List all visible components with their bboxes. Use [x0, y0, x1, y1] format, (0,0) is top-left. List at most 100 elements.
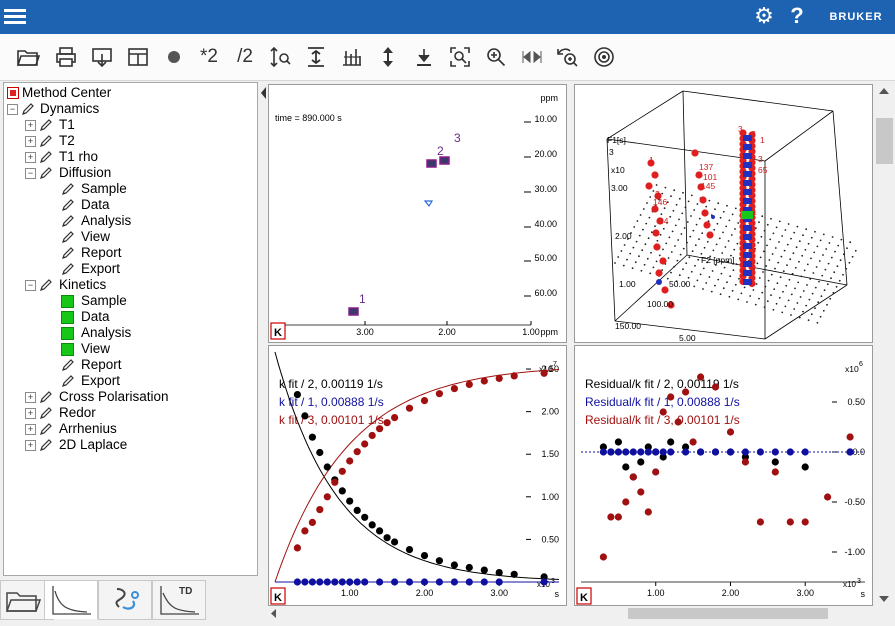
- tree-item-diffusion-report[interactable]: Report: [4, 245, 254, 261]
- data-point[interactable]: [480, 566, 488, 574]
- expand-icon[interactable]: +: [25, 120, 36, 131]
- tree-item-t1[interactable]: + T1: [4, 117, 254, 133]
- data-point[interactable]: [331, 478, 339, 486]
- data-point[interactable]: [383, 419, 391, 427]
- data-point[interactable]: [480, 377, 488, 385]
- data-point[interactable]: [622, 448, 630, 456]
- divide-2-button[interactable]: /2: [230, 44, 260, 70]
- plot-3d-panel[interactable]: F1[s] 3 x10 3.00 2.00 1.00 F2 [ppm] 50.00 100.00…: [574, 84, 873, 343]
- tree-item-diffusion-view[interactable]: View: [4, 229, 254, 245]
- data-point[interactable]: [756, 518, 764, 526]
- tree-item-arrhenius[interactable]: + Arrhenius: [4, 421, 254, 437]
- data-point[interactable]: [391, 414, 399, 422]
- tree-item-redor[interactable]: + Redor: [4, 405, 254, 421]
- data-point[interactable]: [510, 570, 518, 578]
- expand-icon[interactable]: +: [25, 440, 36, 451]
- data-point[interactable]: [435, 578, 443, 586]
- collapse-arrow-icon[interactable]: [259, 84, 267, 102]
- data-point[interactable]: [368, 431, 376, 440]
- skip-icon[interactable]: [518, 44, 546, 70]
- data-point[interactable]: [323, 493, 331, 501]
- data-point[interactable]: [846, 433, 854, 441]
- data-point[interactable]: [697, 373, 705, 381]
- data-point[interactable]: [316, 506, 324, 514]
- tree-item-kinetics-export[interactable]: Export: [4, 373, 254, 389]
- data-point[interactable]: [644, 448, 652, 456]
- vertical-scrollbar[interactable]: [874, 82, 895, 608]
- data-point[interactable]: [741, 458, 749, 466]
- tree-item-2d-laplace[interactable]: +2D Laplace: [4, 437, 254, 453]
- data-point[interactable]: [301, 578, 309, 586]
- data-point[interactable]: [420, 578, 429, 586]
- data-point[interactable]: [361, 440, 369, 448]
- settings-gear-icon[interactable]: ⚙: [752, 4, 776, 28]
- move-vertical-icon[interactable]: [374, 44, 402, 70]
- expand-icon[interactable]: +: [25, 392, 36, 403]
- data-point[interactable]: [376, 425, 384, 433]
- data-point[interactable]: [376, 578, 384, 586]
- data-point[interactable]: [629, 448, 637, 456]
- spectrum-2d-panel[interactable]: time = 890.000 s ppm 10.00 20.00 30.00 40.00 5…: [268, 84, 567, 343]
- data-point[interactable]: [346, 578, 354, 586]
- multiply-2-button[interactable]: *2: [194, 44, 224, 70]
- data-point[interactable]: [308, 578, 316, 586]
- data-point[interactable]: [293, 391, 301, 399]
- data-point[interactable]: [824, 493, 832, 501]
- data-point[interactable]: [540, 369, 548, 377]
- data-point[interactable]: [450, 561, 458, 569]
- data-point[interactable]: [308, 518, 316, 526]
- data-point[interactable]: [599, 553, 607, 561]
- data-point[interactable]: [726, 448, 735, 456]
- data-point[interactable]: [711, 448, 720, 456]
- residual-chart[interactable]: Residual/k fit / 2, 0.00119 1/sResidual/…: [574, 345, 873, 606]
- tree-item-t2[interactable]: + T2: [4, 133, 254, 149]
- data-point[interactable]: [391, 578, 399, 586]
- data-point[interactable]: [659, 448, 667, 456]
- data-point[interactable]: [510, 372, 518, 380]
- peak-marker[interactable]: [426, 159, 437, 168]
- tree-item-diffusion-sample[interactable]: Sample: [4, 181, 254, 197]
- data-point[interactable]: [614, 513, 622, 521]
- tree-item-kinetics-data[interactable]: Data: [4, 309, 254, 325]
- data-point[interactable]: [338, 487, 346, 495]
- td-tab[interactable]: TD: [152, 580, 206, 620]
- tree-item-diffusion-export[interactable]: Export: [4, 261, 254, 277]
- layout-grid-icon[interactable]: [124, 44, 152, 70]
- data-point[interactable]: [667, 448, 675, 456]
- zoom-back-icon[interactable]: [554, 44, 582, 70]
- data-point[interactable]: [682, 388, 690, 396]
- data-point[interactable]: [323, 578, 331, 586]
- data-point[interactable]: [667, 393, 675, 401]
- kinetics-fit-chart[interactable]: k fit / 2, 0.00119 1/s k fit / 1, 0.00888…: [268, 345, 567, 606]
- tree-item-kinetics-sample[interactable]: Sample: [4, 293, 254, 309]
- export-screen-icon[interactable]: [88, 44, 116, 70]
- tree-item-diffusion[interactable]: − Diffusion: [4, 165, 254, 181]
- data-point[interactable]: [368, 521, 376, 529]
- data-point[interactable]: [644, 508, 652, 516]
- data-point[interactable]: [652, 448, 660, 456]
- data-point[interactable]: [801, 518, 809, 526]
- data-point[interactable]: [323, 463, 331, 471]
- data-point[interactable]: [495, 374, 503, 382]
- relaxation-tab[interactable]: [98, 580, 152, 620]
- data-point[interactable]: [465, 578, 473, 586]
- data-point[interactable]: [338, 467, 346, 475]
- data-point[interactable]: [607, 448, 615, 456]
- data-point[interactable]: [450, 578, 458, 586]
- target-icon[interactable]: [590, 44, 618, 70]
- data-point[interactable]: [667, 438, 675, 446]
- decay-curve-tab[interactable]: [44, 580, 98, 619]
- data-point[interactable]: [338, 578, 346, 586]
- peak-marker[interactable]: [348, 307, 359, 316]
- expand-icon[interactable]: +: [25, 136, 36, 147]
- data-point[interactable]: [682, 448, 690, 456]
- collapse-icon[interactable]: −: [25, 168, 36, 179]
- tree-item-method-center[interactable]: Method Center: [4, 85, 254, 101]
- data-point[interactable]: [622, 463, 630, 471]
- data-point[interactable]: [614, 438, 622, 446]
- data-point[interactable]: [637, 458, 645, 466]
- data-point[interactable]: [361, 578, 369, 586]
- data-point[interactable]: [316, 578, 324, 586]
- data-point[interactable]: [756, 448, 764, 456]
- data-point[interactable]: [614, 448, 622, 456]
